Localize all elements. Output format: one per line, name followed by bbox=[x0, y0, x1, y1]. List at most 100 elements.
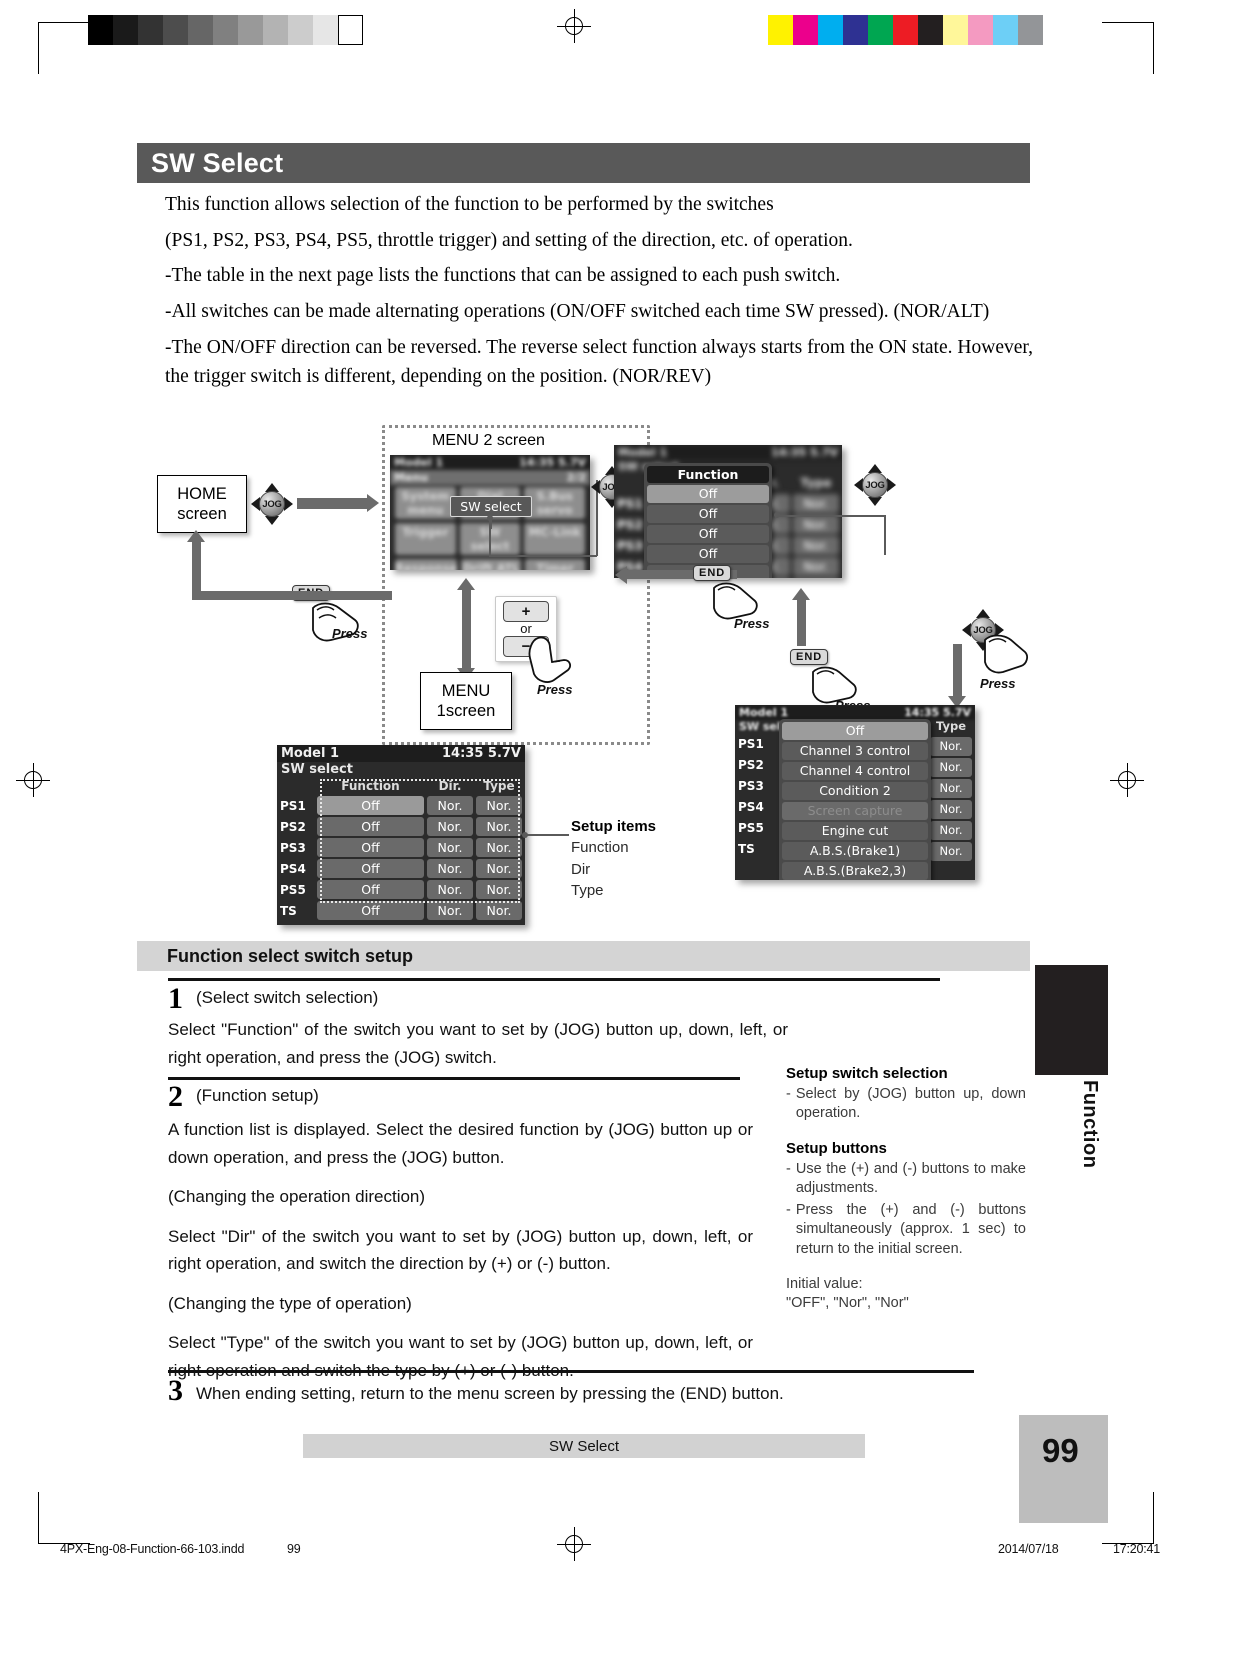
swt-dir-ts[interactable]: Nor. bbox=[427, 901, 473, 920]
sw-popup-col-type: Type bbox=[800, 475, 832, 490]
arrow-end-to-home-v bbox=[192, 540, 201, 595]
home-screen-line2: screen bbox=[177, 505, 227, 523]
footer-bar: SW Select bbox=[303, 1434, 865, 1458]
swt-fn-ps3[interactable]: Off bbox=[317, 838, 424, 857]
end-button-lower[interactable]: END bbox=[790, 649, 829, 665]
swt-typ-ps3[interactable]: Nor. bbox=[476, 838, 522, 857]
function-list-item-abs-brake1[interactable]: A.B.S.(Brake1) bbox=[782, 842, 928, 860]
jog-button-home[interactable]: JOG bbox=[251, 483, 293, 525]
function-list-screen: Model 1 14:35 5.7V SW select PS1 PS2 PS3… bbox=[735, 705, 975, 880]
swt-typ-ps1[interactable]: Nor. bbox=[476, 796, 522, 815]
function-list-item-channel-3-control[interactable]: Channel 3 control bbox=[782, 742, 928, 760]
step-3-body: When ending setting, return to the menu … bbox=[196, 1384, 784, 1403]
menu2-page-indicator: 2/2 bbox=[566, 471, 586, 484]
setup-items-leader bbox=[527, 834, 569, 836]
fl-sw-ps1: PS1 bbox=[738, 737, 764, 751]
menu2-item-sbus-servo[interactable]: S.Bus servo bbox=[524, 487, 586, 519]
menu2-row-3: Response Drift ATL Timer bbox=[390, 557, 590, 570]
jog-button-top-right[interactable]: JOG bbox=[854, 464, 896, 506]
sw-popup-model: Model 1 bbox=[618, 446, 668, 459]
fl-type-0[interactable]: Nor. bbox=[930, 737, 972, 756]
note-bullet: - bbox=[786, 1160, 791, 1177]
sw-select-screen-with-popup: Model 1 14:35 5.7V SW select Function Di… bbox=[614, 445, 842, 578]
divider-step2 bbox=[168, 1077, 740, 1080]
step-1-body: Select "Function" of the switch you want… bbox=[168, 1020, 788, 1067]
step-1: 1 (Select switch selection) Select "Func… bbox=[168, 982, 788, 1071]
swt-dir-ps4[interactable]: Nor. bbox=[427, 859, 473, 878]
sw-popup-typ-ps2[interactable]: Nor. bbox=[793, 515, 839, 534]
menu2-item-system-menu[interactable]: System menu bbox=[395, 487, 456, 519]
function-popup-item-3[interactable]: Off bbox=[647, 545, 769, 563]
hand-pointer-icon-jog-lower bbox=[984, 634, 1028, 674]
end-button-from-popup[interactable]: END bbox=[693, 565, 732, 581]
function-list-item-abs-brake23[interactable]: A.B.S.(Brake2,3) bbox=[782, 862, 928, 880]
function-list-item-engine-cut[interactable]: Engine cut bbox=[782, 822, 928, 840]
intro-line-2: (PS1, PS2, PS3, PS4, PS5, throttle trigg… bbox=[165, 229, 853, 251]
menu2-model: Model 1 bbox=[394, 456, 444, 469]
note-item-switch-selection: - Select by (JOG) button up, down operat… bbox=[786, 1085, 1026, 1124]
function-list-item-off[interactable]: Off bbox=[782, 722, 928, 740]
intro-line-1: This function allows selection of the fu… bbox=[165, 194, 774, 215]
swt-fn-ps1[interactable]: Off bbox=[317, 796, 424, 815]
step-2-number: 2 bbox=[168, 1080, 183, 1113]
menu2-item-trigger[interactable]: Trigger bbox=[395, 523, 456, 555]
fl-type-5[interactable]: Nor. bbox=[930, 842, 972, 861]
menu2-connector-right bbox=[489, 555, 597, 557]
table-row: PS5 Off Nor. Nor. bbox=[280, 880, 522, 899]
note-heading-setup-buttons: Setup buttons bbox=[786, 1139, 887, 1157]
fl-sw-ps2: PS2 bbox=[738, 758, 764, 772]
swt-typ-ps2[interactable]: Nor. bbox=[476, 817, 522, 836]
swt-dir-ps3[interactable]: Nor. bbox=[427, 838, 473, 857]
step-2-p5: Select "Type" of the switch you want to … bbox=[168, 1333, 753, 1380]
menu2-item-mc-link[interactable]: MC-Link bbox=[524, 523, 586, 555]
fl-sw-ps4: PS4 bbox=[738, 800, 764, 814]
function-popup-item-0[interactable]: Off bbox=[647, 485, 769, 503]
function-list-item-channel-4-control[interactable]: Channel 4 control bbox=[782, 762, 928, 780]
menu2-connector-down bbox=[489, 518, 491, 556]
fl-type-3[interactable]: Nor. bbox=[930, 800, 972, 819]
arrow-menu1-menu2 bbox=[462, 588, 471, 670]
swt-dir-ps2[interactable]: Nor. bbox=[427, 817, 473, 836]
menu2-item-timer[interactable]: Timer bbox=[525, 559, 585, 570]
sw-popup-typ-ps3[interactable]: Nor. bbox=[793, 536, 839, 555]
swt-row-ps2: PS2 bbox=[280, 819, 306, 834]
swt-dir-ps1[interactable]: Nor. bbox=[427, 796, 473, 815]
swt-fn-ps5[interactable]: Off bbox=[317, 880, 424, 899]
hand-pointer-icon-end-popup bbox=[713, 582, 758, 620]
step-2-subtitle: (Function setup) bbox=[196, 1086, 319, 1105]
sw-popup-typ-ps1[interactable]: Nor. bbox=[793, 494, 839, 513]
note-initial-value-label: Initial value: bbox=[786, 1275, 1026, 1294]
press-label-end-popup: Press bbox=[734, 616, 770, 631]
plus-button[interactable]: + bbox=[503, 601, 549, 622]
swt-fn-ps4[interactable]: Off bbox=[317, 859, 424, 878]
footer-title: SW Select bbox=[548, 1437, 620, 1455]
function-list-item-condition-2[interactable]: Condition 2 bbox=[782, 782, 928, 800]
arrow-up-into-popup-head bbox=[792, 588, 810, 600]
fl-sw-ts: TS bbox=[738, 842, 755, 856]
function-popup-item-1[interactable]: Off bbox=[647, 505, 769, 523]
swt-model: Model 1 bbox=[281, 746, 340, 761]
step-1-subtitle: (Select switch selection) bbox=[196, 988, 379, 1007]
swt-dir-ps5[interactable]: Nor. bbox=[427, 880, 473, 899]
function-popup-item-2[interactable]: Off bbox=[647, 525, 769, 543]
menu2-status-bar: Model 1 14:35 5.7V bbox=[390, 455, 590, 470]
swt-title: SW select bbox=[281, 762, 353, 777]
menu2-item-response[interactable]: Response bbox=[395, 559, 458, 570]
sw-popup-typ-ps4[interactable]: Nor. bbox=[793, 557, 839, 576]
menu2-item-drift-atl[interactable]: Drift ATL bbox=[461, 559, 522, 570]
fl-type-2[interactable]: Nor. bbox=[930, 779, 972, 798]
swt-fn-ps2[interactable]: Off bbox=[317, 817, 424, 836]
fl-type-1[interactable]: Nor. bbox=[930, 758, 972, 777]
swt-typ-ps5[interactable]: Nor. bbox=[476, 880, 522, 899]
print-file-page: 99 bbox=[287, 1542, 301, 1556]
table-row: PS2 Off Nor. Nor. bbox=[280, 817, 522, 836]
sw-popup-time: 14:35 5.7V bbox=[771, 446, 838, 459]
swt-row-ts: TS bbox=[280, 903, 297, 918]
menu2-sw-select-highlight[interactable]: SW select bbox=[450, 496, 532, 517]
note-initial-value-label-text: Initial value: bbox=[786, 1275, 863, 1292]
swt-typ-ps4[interactable]: Nor. bbox=[476, 859, 522, 878]
swt-typ-ts[interactable]: Nor. bbox=[476, 901, 522, 920]
note-heading-setup-switch-selection: Setup switch selection bbox=[786, 1065, 948, 1082]
fl-type-4[interactable]: Nor. bbox=[930, 821, 972, 840]
swt-fn-ts[interactable]: Off bbox=[317, 901, 424, 920]
